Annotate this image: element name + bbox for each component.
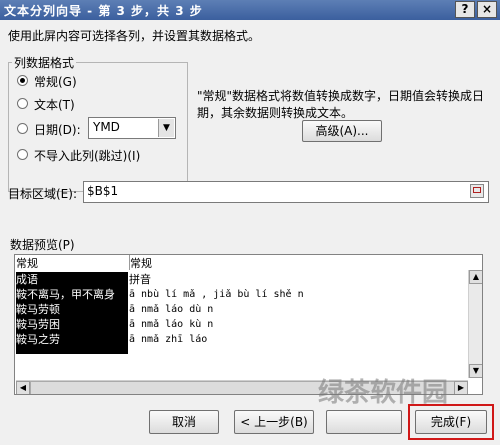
preview-cell: 鞍马之劳	[16, 332, 128, 347]
advanced-button[interactable]: 高级(A)...	[302, 120, 382, 142]
watermark: 绿茶软件园	[318, 378, 449, 408]
preview-cell-partial	[16, 347, 128, 354]
preview-label: 数据预览(P)	[10, 236, 75, 253]
instruction-text: 使用此屏内容可选择各列，并设置其数据格式。	[8, 29, 261, 43]
format-description-line2: 期，其余数据则转换成文本。	[197, 106, 354, 120]
preview-cell: ā nmǎ láo dù n	[129, 304, 214, 315]
chevron-down-icon[interactable]: ▼	[158, 119, 174, 137]
preview-cell: 鞍马劳困	[16, 317, 128, 332]
preview-cell: ā nbù lí mǎ , jiǎ bù lí shě n	[129, 289, 304, 300]
title-bar: 文本分列向导 - 第 3 步，共 3 步 ? ×	[0, 0, 500, 20]
column-header-1[interactable]: 常规	[16, 255, 129, 270]
target-label: 目标区域(E):	[8, 187, 77, 201]
date-format-value: YMD	[93, 120, 120, 134]
target-value: $B$1	[87, 184, 119, 198]
date-format-select[interactable]: YMD ▼	[88, 117, 176, 139]
close-button[interactable]: ×	[477, 1, 497, 18]
radio-general-label[interactable]: 常规(G)	[34, 73, 77, 90]
radio-skip-label[interactable]: 不导入此列(跳过)(I)	[34, 147, 140, 164]
target-input[interactable]: $B$1	[83, 181, 489, 203]
preview-cell: ā nmǎ láo kù n	[129, 319, 214, 330]
highlight-box	[408, 404, 494, 440]
vertical-scrollbar[interactable]: ▲ ▼	[468, 270, 482, 378]
back-button[interactable]: < 上一步(B)	[234, 410, 314, 434]
column-header-2[interactable]: 常规	[129, 255, 475, 270]
dialog-body: 使用此屏内容可选择各列，并设置其数据格式。 列数据格式 常规(G) 文本(T) …	[0, 20, 500, 445]
next-button[interactable]	[326, 410, 402, 434]
preview-cell: 成语	[16, 272, 128, 287]
radio-date-label[interactable]: 日期(D):	[34, 121, 81, 138]
window-title: 文本分列向导 - 第 3 步，共 3 步	[4, 4, 203, 18]
help-button[interactable]: ?	[455, 1, 475, 18]
scroll-left-icon[interactable]: ◀	[16, 381, 30, 394]
preview-cell: 鞍不离马，甲不离身	[16, 287, 128, 302]
radio-general[interactable]	[17, 75, 28, 86]
column-format-label: 列数据格式	[12, 54, 77, 71]
radio-date[interactable]	[17, 123, 28, 134]
collapse-dialog-icon[interactable]	[470, 184, 484, 198]
cancel-button[interactable]: 取消	[149, 410, 219, 434]
radio-text[interactable]	[17, 98, 28, 109]
format-description-line1: "常规"数据格式将数值转换成数字，日期值会转换成日	[197, 89, 485, 103]
scroll-right-icon[interactable]: ▶	[454, 381, 468, 394]
radio-skip[interactable]	[17, 149, 28, 160]
scroll-down-icon[interactable]: ▼	[469, 364, 482, 378]
preview-cell: 鞍马劳顿	[16, 302, 128, 317]
preview-cell: 拼音	[129, 273, 151, 286]
preview-cell: ā nmǎ zhī láo	[129, 334, 208, 345]
scroll-up-icon[interactable]: ▲	[469, 270, 482, 284]
radio-text-label[interactable]: 文本(T)	[34, 96, 75, 113]
